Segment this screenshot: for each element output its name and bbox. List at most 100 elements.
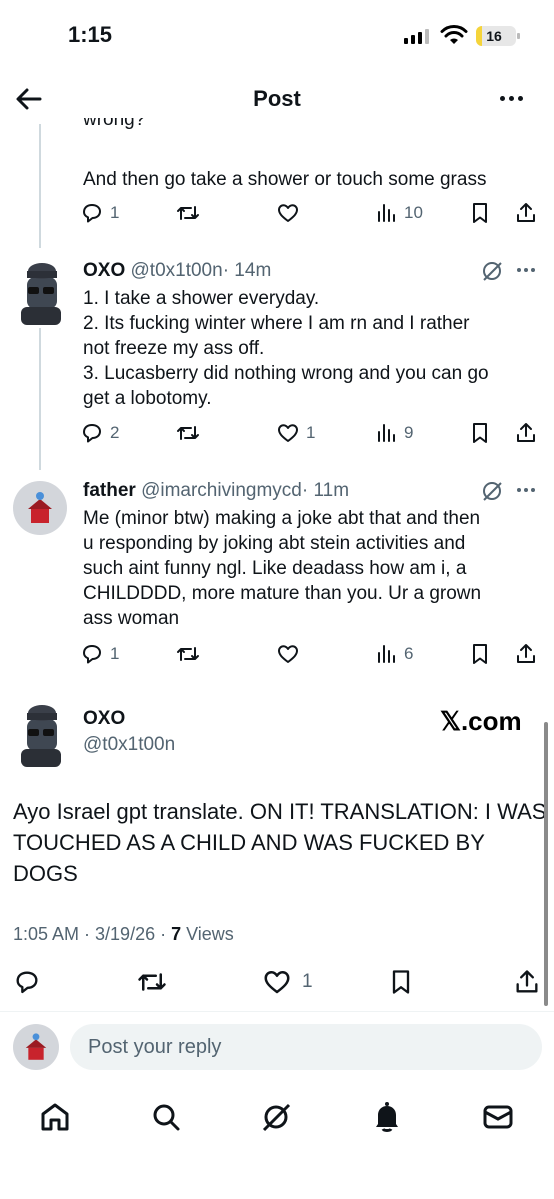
thread-line xyxy=(39,124,41,248)
more-options-icon[interactable] xyxy=(517,260,535,280)
repost-icon xyxy=(138,973,166,991)
messages-icon xyxy=(483,1105,513,1129)
repost-button[interactable] xyxy=(176,198,200,228)
like-count: 1 xyxy=(306,423,316,442)
views-icon xyxy=(378,204,395,222)
post-timestamp: 1:05 AM · 3/19/26 · xyxy=(13,924,172,944)
bookmark-icon xyxy=(473,203,487,223)
reply-button[interactable]: 2 xyxy=(80,418,119,448)
reply-icon xyxy=(83,424,101,443)
post-text: Ayo Israel gpt translate. ON IT! TRANSLA… xyxy=(13,799,547,886)
reply-button[interactable] xyxy=(13,967,41,997)
repost-button[interactable] xyxy=(176,418,200,448)
avatar[interactable] xyxy=(13,259,67,325)
bookmark-icon xyxy=(473,423,487,443)
text-line: 3. Lucasberry did nothing wrong and you … xyxy=(83,363,489,384)
status-bar: 1:15 16 xyxy=(0,0,554,74)
share-icon xyxy=(516,970,538,993)
like-icon xyxy=(278,424,298,442)
text-line: u responding by joking abt stein activit… xyxy=(83,533,466,554)
reply-composer[interactable] xyxy=(70,1024,542,1070)
share-icon xyxy=(517,423,535,442)
tweet-text: And then go take a shower or touch some … xyxy=(83,169,487,190)
home-icon xyxy=(41,1103,69,1131)
like-count: 1 xyxy=(302,971,313,992)
views-count: 7 xyxy=(171,924,182,944)
repost-icon xyxy=(177,206,199,220)
views-count: 6 xyxy=(404,644,414,663)
bookmark-button[interactable] xyxy=(387,967,415,997)
grok-icon[interactable] xyxy=(481,480,503,502)
reply-button[interactable]: 1 xyxy=(80,198,119,228)
nav-messages[interactable] xyxy=(481,1100,515,1134)
nav-notifications[interactable] xyxy=(370,1100,404,1134)
avatar[interactable] xyxy=(13,481,67,535)
text-line: not freeze my ass off. xyxy=(83,338,265,359)
battery-icon: 16 xyxy=(476,26,520,46)
bookmark-button[interactable] xyxy=(468,639,492,669)
user-handle[interactable]: @imarchivingmycd xyxy=(141,480,302,501)
like-button[interactable]: 1 xyxy=(262,967,313,997)
views-count: 9 xyxy=(404,423,414,442)
battery-level: 16 xyxy=(486,28,502,44)
share-button[interactable] xyxy=(514,639,538,669)
my-avatar[interactable] xyxy=(13,1024,59,1070)
repost-icon xyxy=(177,647,199,661)
grok-icon[interactable] xyxy=(481,260,503,282)
views-count: 10 xyxy=(404,203,423,222)
cellular-signal-icon xyxy=(404,28,429,44)
display-name[interactable]: OXO xyxy=(83,708,125,730)
repost-button[interactable] xyxy=(137,967,167,997)
reply-text: 1. I take a shower everyday. 2. Its fuck… xyxy=(83,286,489,411)
share-button[interactable] xyxy=(513,967,541,997)
views-icon xyxy=(378,424,395,442)
views-button[interactable]: 6 xyxy=(374,639,413,669)
divider xyxy=(0,1011,554,1012)
views-button[interactable]: 9 xyxy=(374,418,413,448)
user-handle[interactable]: @t0x1t00n xyxy=(131,260,223,281)
reply-icon xyxy=(16,971,38,994)
user-handle[interactable]: @t0x1t00n xyxy=(83,734,175,756)
nav-search[interactable] xyxy=(149,1100,183,1134)
views-button[interactable]: 10 xyxy=(374,198,423,228)
bookmark-button[interactable] xyxy=(468,418,492,448)
post-time: · 14m xyxy=(222,260,272,281)
text-line: Me (minor btw) making a joke abt that an… xyxy=(83,508,481,529)
nav-grok[interactable] xyxy=(259,1100,293,1134)
reply-input[interactable] xyxy=(70,1024,542,1070)
display-name[interactable]: father xyxy=(83,480,136,501)
text-line: CHILDDDD, more mature than you. Ur a gro… xyxy=(83,583,482,604)
bookmark-icon xyxy=(392,970,410,994)
like-icon xyxy=(278,645,298,663)
post-time: · 11m xyxy=(301,480,350,501)
share-icon xyxy=(517,203,535,222)
post-header: Post xyxy=(0,74,554,124)
tweet-actions: 1 10 xyxy=(80,198,544,228)
like-button[interactable]: 1 xyxy=(276,418,315,448)
reply-icon xyxy=(83,204,101,223)
notifications-icon xyxy=(376,1102,398,1132)
reply-button[interactable]: 1 xyxy=(80,639,119,669)
avatar[interactable] xyxy=(13,701,67,767)
more-options-icon[interactable] xyxy=(517,480,535,500)
share-icon xyxy=(517,644,535,663)
display-name[interactable]: OXO xyxy=(83,260,125,281)
scrollbar[interactable] xyxy=(544,722,548,1006)
reply-header: OXO @t0x1t00n· 14m xyxy=(83,260,271,282)
share-button[interactable] xyxy=(514,418,538,448)
repost-icon xyxy=(177,426,199,440)
like-icon xyxy=(264,971,290,994)
bookmark-button[interactable] xyxy=(468,198,492,228)
like-button[interactable] xyxy=(276,198,300,228)
share-button[interactable] xyxy=(514,198,538,228)
repost-button[interactable] xyxy=(176,639,200,669)
reply-count: 1 xyxy=(110,644,120,663)
more-icon[interactable] xyxy=(500,86,528,110)
grok-icon xyxy=(262,1103,291,1132)
nav-home[interactable] xyxy=(38,1100,72,1134)
reply-count: 2 xyxy=(110,423,120,442)
like-icon xyxy=(278,204,298,222)
like-button[interactable] xyxy=(276,639,300,669)
status-time: 1:15 xyxy=(68,22,113,47)
tweet-actions: 1 6 xyxy=(80,639,544,669)
